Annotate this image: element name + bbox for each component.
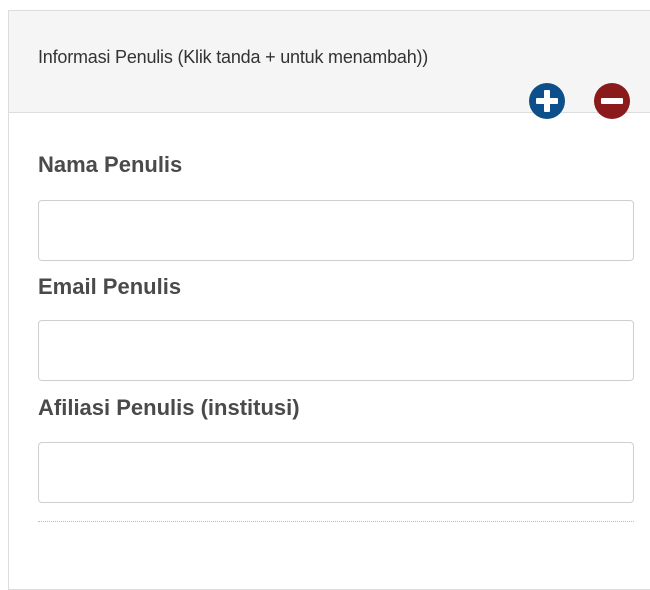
remove-author-button[interactable] [593,82,631,120]
author-affiliation-input[interactable] [38,442,634,503]
plus-circle-icon [529,83,565,119]
section-divider [38,521,634,522]
author-name-label: Nama Penulis [38,152,183,177]
author-email-input[interactable] [38,320,634,381]
panel-title: Informasi Penulis (Klik tanda + untuk me… [38,47,429,67]
minus-circle-icon [594,83,630,119]
add-author-button[interactable] [528,82,566,120]
author-info-panel: Informasi Penulis (Klik tanda + untuk me… [8,10,650,590]
author-affiliation-label: Afiliasi Penulis (institusi) [38,395,300,420]
author-name-input[interactable] [38,200,634,261]
author-email-label: Email Penulis [38,274,182,299]
